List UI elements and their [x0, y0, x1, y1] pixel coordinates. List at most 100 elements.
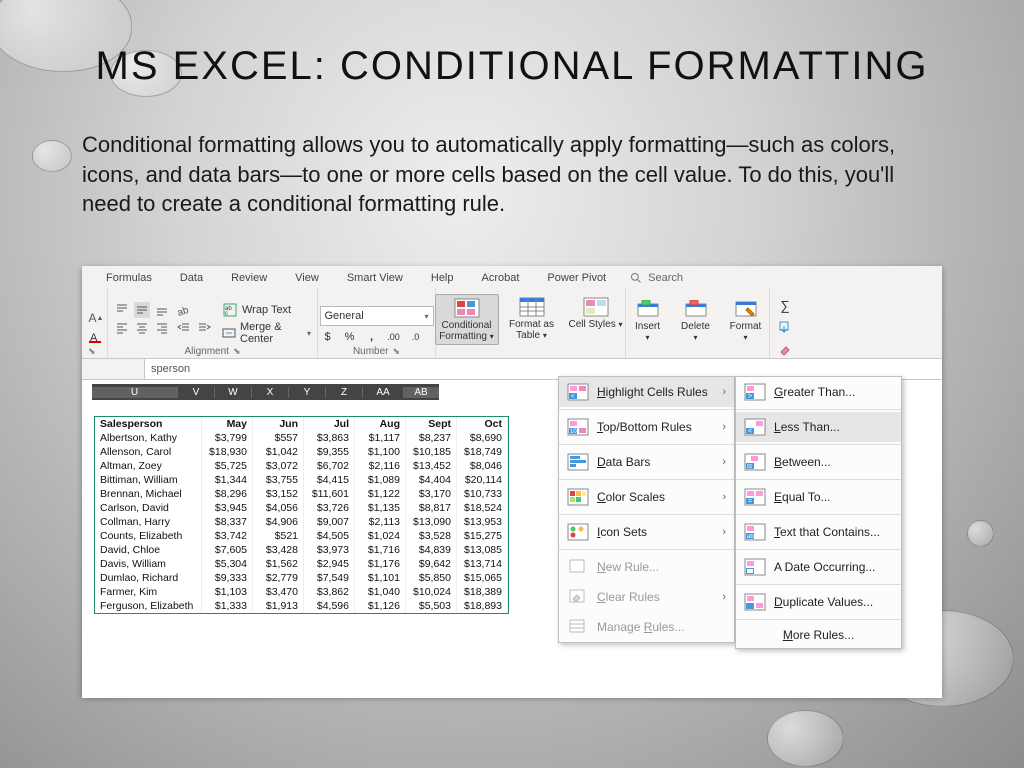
- table-cell[interactable]: $1,042: [253, 445, 304, 459]
- table-row[interactable]: Bittiman, William$1,344$3,755$4,415$1,08…: [95, 473, 508, 487]
- percent-icon[interactable]: %: [342, 329, 358, 345]
- table-row[interactable]: David, Chloe$7,605$3,428$3,973$1,716$4,8…: [95, 543, 508, 557]
- table-cell[interactable]: $11,601: [304, 487, 355, 501]
- autosum-icon[interactable]: ∑: [777, 297, 793, 313]
- align-left-icon[interactable]: [114, 320, 130, 336]
- comma-icon[interactable]: ,: [364, 329, 380, 345]
- table-cell[interactable]: $3,799: [202, 431, 253, 445]
- table-cell[interactable]: $3,863: [304, 431, 355, 445]
- table-cell[interactable]: $2,116: [355, 459, 406, 473]
- table-cell[interactable]: $20,114: [457, 473, 508, 487]
- table-cell[interactable]: $8,337: [202, 515, 253, 529]
- number-format-dropdown[interactable]: General ▾: [320, 306, 434, 326]
- menu-greater-than[interactable]: > Greater Than...: [736, 377, 901, 407]
- table-cell[interactable]: $13,452: [406, 459, 457, 473]
- table-cell[interactable]: $5,503: [406, 599, 457, 613]
- table-cell[interactable]: Bittiman, William: [95, 473, 202, 487]
- fill-icon[interactable]: [777, 319, 793, 335]
- align-top-icon[interactable]: [114, 302, 130, 318]
- table-header-cell[interactable]: Salesperson: [95, 417, 202, 431]
- table-row[interactable]: Carlson, David$3,945$4,056$3,726$1,135$8…: [95, 501, 508, 515]
- table-cell[interactable]: $18,749: [457, 445, 508, 459]
- table-cell[interactable]: $4,596: [304, 599, 355, 613]
- decrease-indent-icon[interactable]: [176, 320, 192, 336]
- table-row[interactable]: Brennan, Michael$8,296$3,152$11,601$1,12…: [95, 487, 508, 501]
- col-header[interactable]: U: [92, 387, 178, 398]
- table-cell[interactable]: $3,862: [304, 585, 355, 599]
- insert-cells-button[interactable]: Insert▾: [625, 296, 671, 345]
- menu-color-scales[interactable]: Color Scales ›: [559, 482, 734, 512]
- table-cell[interactable]: $3,170: [406, 487, 457, 501]
- table-cell[interactable]: $3,755: [253, 473, 304, 487]
- table-cell[interactable]: $15,065: [457, 571, 508, 585]
- table-header-cell[interactable]: Oct: [457, 417, 508, 431]
- table-row[interactable]: Davis, William$5,304$1,562$2,945$1,176$9…: [95, 557, 508, 571]
- menu-clear-rules[interactable]: Clear Rules ›: [559, 582, 734, 612]
- table-cell[interactable]: $1,135: [355, 501, 406, 515]
- table-cell[interactable]: $8,817: [406, 501, 457, 515]
- menu-less-than[interactable]: < Less Than...: [736, 412, 901, 442]
- tab-review[interactable]: Review: [217, 270, 281, 286]
- data-table[interactable]: SalespersonMayJunJulAugSeptOctAlbertson,…: [94, 416, 509, 614]
- table-cell[interactable]: $1,024: [355, 529, 406, 543]
- table-cell[interactable]: $6,702: [304, 459, 355, 473]
- table-cell[interactable]: $5,725: [202, 459, 253, 473]
- wrap-text-button[interactable]: abc Wrap Text: [222, 302, 311, 318]
- align-middle-icon[interactable]: [134, 302, 150, 318]
- table-cell[interactable]: $15,275: [457, 529, 508, 543]
- table-header-cell[interactable]: Aug: [355, 417, 406, 431]
- menu-text-contains[interactable]: ab Text that Contains...: [736, 517, 901, 547]
- tell-me-search[interactable]: Search: [630, 272, 683, 284]
- table-cell[interactable]: Allenson, Carol: [95, 445, 202, 459]
- table-cell[interactable]: Dumlao, Richard: [95, 571, 202, 585]
- table-cell[interactable]: $10,024: [406, 585, 457, 599]
- table-row[interactable]: Counts, Elizabeth$3,742$521$4,505$1,024$…: [95, 529, 508, 543]
- dialog-launcher-icon[interactable]: ⬊: [233, 346, 241, 357]
- table-cell[interactable]: Albertson, Kathy: [95, 431, 202, 445]
- table-cell[interactable]: $2,945: [304, 557, 355, 571]
- table-cell[interactable]: $9,355: [304, 445, 355, 459]
- table-cell[interactable]: $1,333: [202, 599, 253, 613]
- table-cell[interactable]: $5,850: [406, 571, 457, 585]
- tab-powerpivot[interactable]: Power Pivot: [533, 270, 620, 286]
- dialog-launcher-icon[interactable]: ⬊: [393, 346, 401, 357]
- table-cell[interactable]: $4,404: [406, 473, 457, 487]
- table-cell[interactable]: Carlson, David: [95, 501, 202, 515]
- menu-duplicate-values[interactable]: Duplicate Values...: [736, 587, 901, 617]
- table-header-cell[interactable]: May: [202, 417, 253, 431]
- table-cell[interactable]: $4,056: [253, 501, 304, 515]
- table-cell[interactable]: $2,113: [355, 515, 406, 529]
- col-header[interactable]: Y: [289, 387, 326, 398]
- table-cell[interactable]: $1,100: [355, 445, 406, 459]
- col-header[interactable]: X: [252, 387, 289, 398]
- table-cell[interactable]: $3,470: [253, 585, 304, 599]
- table-row[interactable]: Allenson, Carol$18,930$1,042$9,355$1,100…: [95, 445, 508, 459]
- menu-highlight-cells-rules[interactable]: < Highlight Cells Rules ›: [559, 377, 734, 407]
- table-cell[interactable]: Davis, William: [95, 557, 202, 571]
- table-cell[interactable]: $1,344: [202, 473, 253, 487]
- table-cell[interactable]: $3,726: [304, 501, 355, 515]
- formula-input[interactable]: sperson: [145, 361, 942, 377]
- table-row[interactable]: Farmer, Kim$1,103$3,470$3,862$1,040$10,0…: [95, 585, 508, 599]
- table-cell[interactable]: $13,953: [457, 515, 508, 529]
- table-cell[interactable]: Collman, Harry: [95, 515, 202, 529]
- table-cell[interactable]: $18,893: [457, 599, 508, 613]
- table-cell[interactable]: $18,930: [202, 445, 253, 459]
- table-cell[interactable]: $1,716: [355, 543, 406, 557]
- table-cell[interactable]: $4,505: [304, 529, 355, 543]
- currency-icon[interactable]: $: [320, 329, 336, 345]
- tab-acrobat[interactable]: Acrobat: [468, 270, 534, 286]
- tab-help[interactable]: Help: [417, 270, 468, 286]
- decrease-decimal-icon[interactable]: .0: [408, 329, 424, 345]
- table-cell[interactable]: $8,046: [457, 459, 508, 473]
- menu-manage-rules[interactable]: Manage Rules...: [559, 612, 734, 642]
- increase-indent-icon[interactable]: [196, 320, 212, 336]
- col-header[interactable]: AB: [404, 387, 439, 398]
- table-row[interactable]: Ferguson, Elizabeth$1,333$1,913$4,596$1,…: [95, 599, 508, 613]
- menu-between[interactable]: ⊟ Between...: [736, 447, 901, 477]
- col-header[interactable]: AA: [363, 387, 404, 398]
- table-row[interactable]: Dumlao, Richard$9,333$2,779$7,549$1,101$…: [95, 571, 508, 585]
- table-cell[interactable]: $1,176: [355, 557, 406, 571]
- table-cell[interactable]: $8,237: [406, 431, 457, 445]
- table-cell[interactable]: $10,733: [457, 487, 508, 501]
